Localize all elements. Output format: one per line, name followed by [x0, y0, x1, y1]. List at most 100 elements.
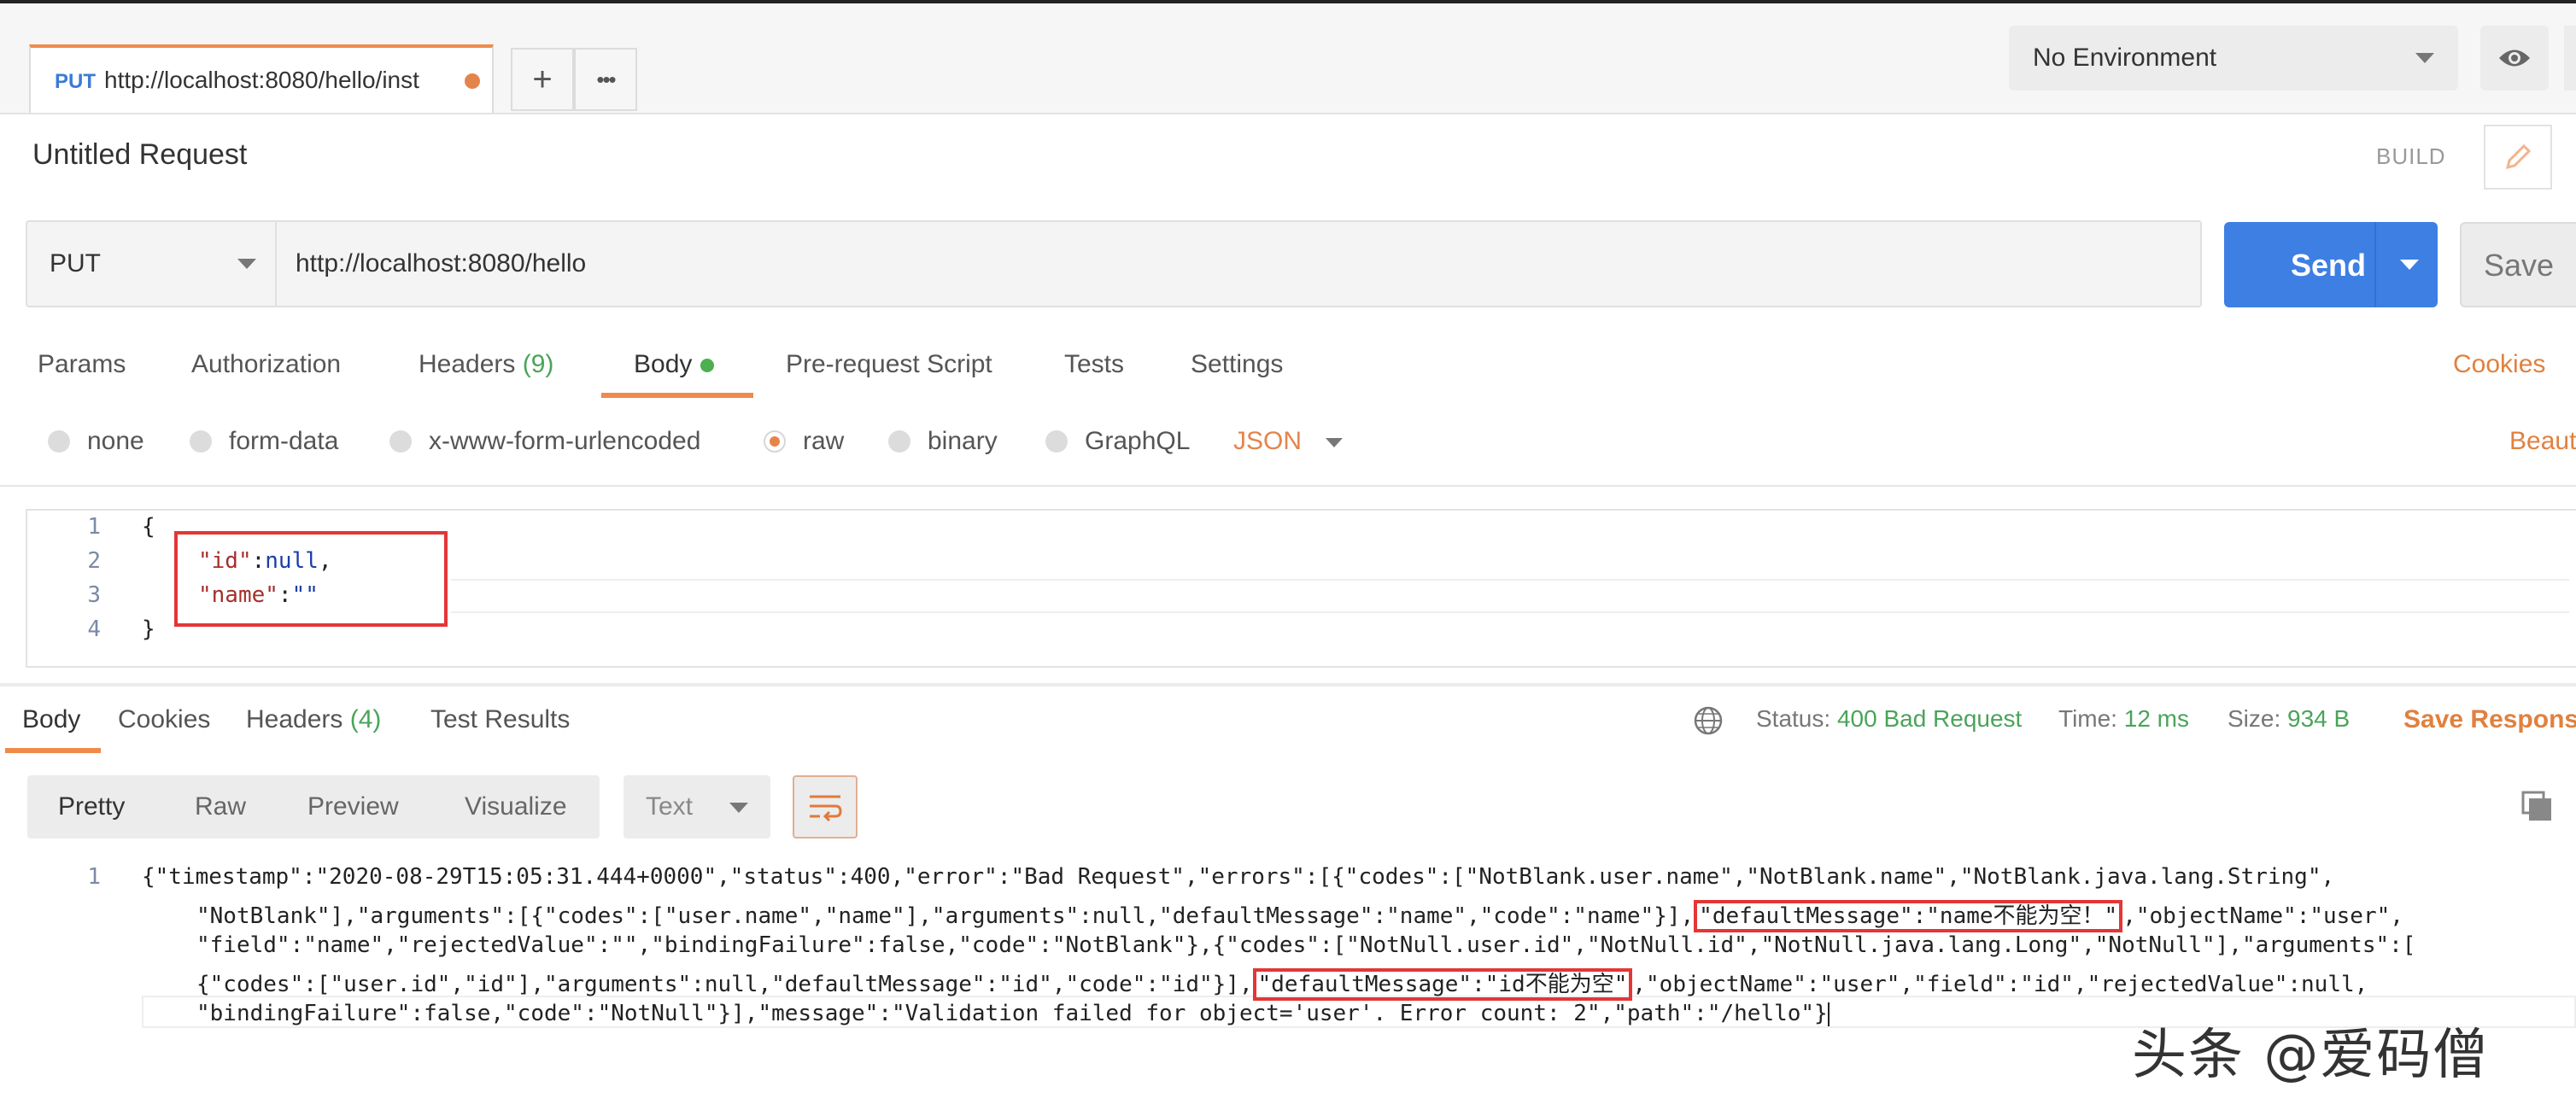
tab-pre-request-script[interactable]: Pre-request Script	[786, 350, 992, 379]
tab-label: Body	[22, 705, 80, 733]
request-tab-url: http://localhost:8080/hello/inst	[104, 67, 419, 94]
chevron-down-icon	[2415, 53, 2434, 63]
url-bar: PUT http://localhost:8080/hello	[26, 220, 2202, 307]
tab-label: Test Results	[430, 705, 570, 733]
tab-label: Authorization	[191, 350, 341, 378]
response-text: {"codes":["user.id","id"],"arguments":nu…	[196, 972, 1253, 997]
active-tab-indicator	[5, 748, 101, 753]
response-text: "NotBlank"],"arguments":[{"codes":["user…	[196, 903, 1694, 929]
body-type-urlencoded[interactable]: x-www-form-urlencoded	[389, 427, 700, 456]
view-mode-raw[interactable]: Raw	[195, 792, 246, 821]
body-type-form-data[interactable]: form-data	[190, 427, 338, 456]
build-mode-label[interactable]: BUILD	[2376, 143, 2446, 170]
response-line: "bindingFailure":false,"code":"NotNull"}…	[196, 1001, 1830, 1026]
response-tab-test-results[interactable]: Test Results	[430, 705, 570, 734]
body-type-none[interactable]: none	[48, 427, 144, 456]
view-mode-visualize[interactable]: Visualize	[465, 792, 567, 821]
radio-circle-selected	[764, 430, 786, 453]
radio-circle	[1045, 430, 1068, 453]
tab-body[interactable]: Body	[634, 350, 714, 379]
view-mode-preview[interactable]: Preview	[307, 792, 399, 821]
method-value: PUT	[50, 249, 101, 278]
radio-label: raw	[803, 427, 844, 456]
format-select[interactable]: JSON	[1233, 427, 1302, 456]
beautify-link[interactable]: Beauti	[2509, 427, 2576, 456]
tab-headers[interactable]: Headers (9)	[419, 350, 553, 379]
divider	[0, 683, 2576, 687]
chevron-down-icon[interactable]	[1326, 438, 1343, 447]
tab-label: Tests	[1064, 350, 1124, 378]
radio-circle	[48, 430, 70, 453]
json-brace-open: {	[142, 514, 155, 540]
url-input[interactable]: http://localhost:8080/hello	[296, 249, 586, 278]
new-tab-button[interactable]: +	[511, 48, 574, 111]
body-type-binary[interactable]: binary	[888, 427, 998, 456]
response-format-select[interactable]: Text	[624, 775, 770, 838]
active-tab-indicator	[601, 393, 753, 398]
tab-label: Headers	[419, 350, 515, 378]
response-text: ,"objectName":"user","field":"id","rejec…	[1632, 972, 2368, 997]
json-brace-close: }	[142, 616, 155, 642]
edit-request-button[interactable]	[2484, 125, 2552, 190]
tab-tests[interactable]: Tests	[1064, 350, 1124, 379]
method-select[interactable]: PUT	[27, 222, 277, 306]
copy-icon[interactable]	[2520, 789, 2554, 823]
tab-label: Params	[38, 350, 126, 378]
watermark: 头条 @爱码僧	[2132, 1011, 2489, 1090]
tab-label: Body	[634, 350, 692, 378]
chevron-down-icon[interactable]	[2400, 260, 2419, 270]
save-label: Save	[2484, 248, 2554, 283]
line-number: 2	[67, 548, 101, 574]
response-line: {"codes":["user.id","id"],"arguments":nu…	[196, 967, 2368, 998]
settings-edge-button[interactable]	[2564, 26, 2576, 91]
send-divider	[2374, 222, 2376, 307]
body-type-raw[interactable]: raw	[764, 427, 844, 456]
body-type-graphql[interactable]: GraphQL	[1045, 427, 1190, 456]
highlighted-message-name: "defaultMessage":"name不能为空！"	[1694, 900, 2122, 932]
highlight-box	[174, 531, 448, 627]
response-tab-cookies[interactable]: Cookies	[118, 705, 210, 734]
line-number: 1	[67, 864, 101, 890]
size-value: 934 B	[2287, 705, 2350, 732]
line-number: 1	[67, 514, 101, 540]
send-button[interactable]: Send	[2224, 222, 2438, 307]
response-tab-headers[interactable]: Headers (4)	[246, 705, 381, 734]
tab-label: Cookies	[118, 705, 210, 733]
divider	[0, 485, 2576, 487]
response-text: "bindingFailure":false,"code":"NotNull"}…	[196, 1001, 1828, 1026]
tab-label: Headers	[246, 705, 342, 733]
save-response-button[interactable]: Save Respons	[2403, 705, 2576, 734]
line-number: 4	[67, 616, 101, 642]
response-tab-body[interactable]: Body	[22, 705, 80, 734]
tab-options-button[interactable]: •••	[574, 48, 637, 111]
response-status: Status: 400 Bad Request	[1756, 705, 2022, 733]
headers-count: (4)	[350, 705, 382, 733]
response-line: "NotBlank"],"arguments":[{"codes":["user…	[196, 898, 2403, 930]
request-tab-method: PUT	[55, 70, 96, 94]
eye-icon	[2497, 47, 2532, 69]
radio-circle	[888, 430, 910, 453]
tab-settings[interactable]: Settings	[1191, 350, 1283, 379]
tab-authorization[interactable]: Authorization	[191, 350, 341, 379]
response-text: ,"objectName":"user",	[2122, 903, 2403, 929]
globe-icon[interactable]	[1693, 705, 1724, 736]
radio-label: GraphQL	[1085, 427, 1190, 456]
pencil-icon	[2501, 140, 2535, 174]
save-button[interactable]: Save	[2460, 222, 2576, 307]
request-tab[interactable]: PUT http://localhost:8080/hello/inst	[29, 44, 494, 113]
time-label: Time:	[2058, 705, 2117, 732]
time-value: 12 ms	[2124, 705, 2189, 732]
active-line-highlight	[451, 579, 2569, 613]
tab-params[interactable]: Params	[38, 350, 126, 379]
view-mode-pretty[interactable]: Pretty	[58, 792, 125, 821]
response-size: Size: 934 B	[2228, 705, 2350, 733]
wrap-lines-button[interactable]	[793, 775, 858, 838]
cookies-link[interactable]: Cookies	[2453, 350, 2545, 379]
radio-label: none	[87, 427, 144, 456]
status-value: 400 Bad Request	[1837, 705, 2022, 732]
environment-selector[interactable]: No Environment	[2009, 26, 2458, 91]
radio-label: x-www-form-urlencoded	[429, 427, 700, 456]
request-name[interactable]: Untitled Request	[32, 138, 247, 172]
response-line: {"timestamp":"2020-08-29T15:05:31.444+00…	[142, 864, 2334, 890]
environment-quick-look-button[interactable]	[2480, 26, 2549, 91]
